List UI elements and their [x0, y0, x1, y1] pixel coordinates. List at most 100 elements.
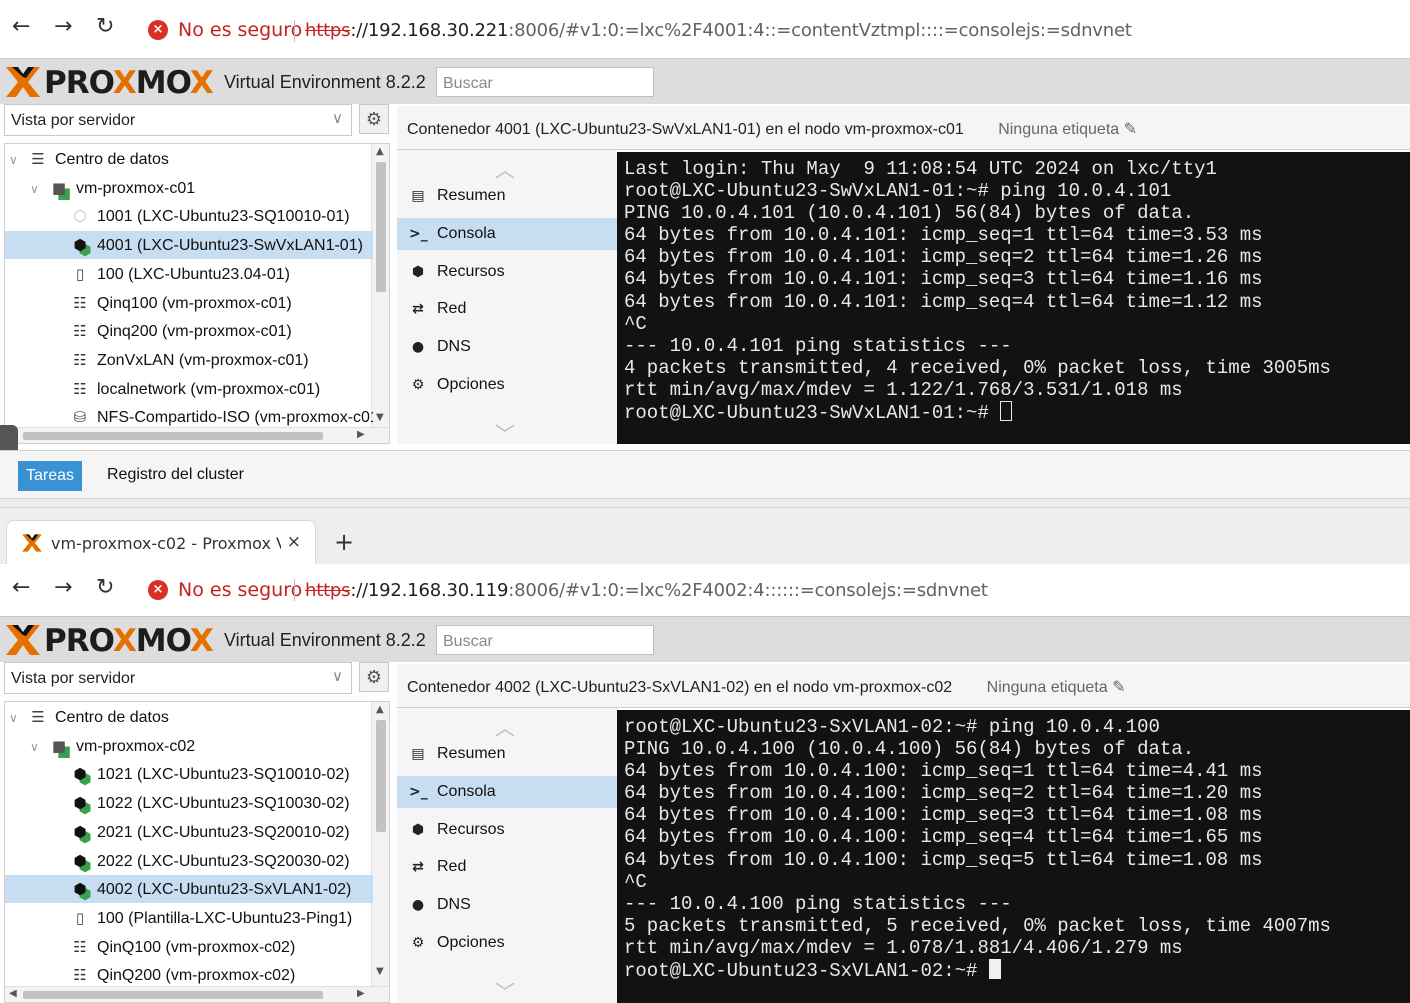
menu-item-red[interactable]: ⇄ Red [397, 851, 617, 883]
terminal-line: 64 bytes from 10.0.4.100: icmp_seq=5 ttl… [624, 849, 1410, 871]
scroll-up-icon[interactable]: ▲ [376, 146, 384, 157]
tree-scrollbar[interactable]: ▲ ▼ [371, 144, 389, 429]
insecure-label[interactable]: No es seguro [178, 579, 302, 601]
chevron-down-icon[interactable]: ∨ [9, 704, 23, 731]
console-terminal-bottom[interactable]: root@LXC-Ubuntu23-SxVLAN1-02:~# ping 10.… [617, 710, 1410, 1003]
menu-item-resumen[interactable]: ▤ Resumen [397, 180, 617, 212]
tree-item[interactable]: ∨ ■ vm-proxmox-c01 [5, 174, 373, 202]
terminal-line-text: 64 bytes from 10.0.4.100: icmp_seq=4 ttl… [624, 826, 1263, 849]
menu-item-consola[interactable]: >_ Consola [397, 775, 617, 808]
sdn-zone-icon: ☷ [73, 966, 87, 985]
menu-item-recursos[interactable]: ⬢ Recursos [397, 256, 617, 288]
tree-item[interactable]: ☷ QinQ200 (vm-proxmox-c02) [5, 961, 373, 989]
menu-scroll-down-icon[interactable]: ﹀ [495, 976, 515, 1003]
hscroll-thumb[interactable] [23, 432, 323, 440]
menu-scroll-up-icon[interactable]: ︿ [495, 154, 515, 183]
terminal-line: 64 bytes from 10.0.4.100: icmp_seq=4 ttl… [624, 826, 1410, 848]
tree-scrollbar[interactable]: ▲ ▼ [371, 702, 389, 988]
scroll-up-icon[interactable]: ▲ [376, 704, 384, 715]
tree-item[interactable]: ☷ ZonVxLAN (vm-proxmox-c01) [5, 346, 373, 374]
menu-item-dns[interactable]: ● DNS [397, 331, 617, 363]
chevron-down-icon[interactable]: ∨ [30, 733, 44, 760]
menu-item-dns[interactable]: ● DNS [397, 889, 617, 921]
url-field[interactable]: https://192.168.30.221:8006/#v1:0:=lxc%2… [305, 20, 1132, 41]
tree-item[interactable]: ⛁ NFS-Compartido-ISO (vm-proxmox-c01) [5, 403, 373, 431]
scroll-left-icon[interactable]: ◀ [9, 988, 17, 999]
gear-icon[interactable]: ⚙ [359, 662, 389, 692]
warning-icon[interactable]: × [148, 580, 168, 600]
new-tab-button[interactable]: + [334, 528, 354, 556]
tree-item[interactable]: ∨ ☰ Centro de datos [5, 703, 373, 731]
scroll-thumb[interactable] [376, 162, 386, 292]
proxmox-logo-text: PROXMOX [44, 623, 214, 659]
tree-item[interactable]: ☷ Qinq200 (vm-proxmox-c01) [5, 317, 373, 345]
pencil-icon[interactable]: ✎ [1124, 121, 1137, 138]
menu-item-opciones[interactable]: ⚙ Opciones [397, 927, 617, 959]
tree-item[interactable]: ⬢ 1022 (LXC-Ubuntu23-SQ10030-02) [5, 789, 373, 817]
terminal-line: root@LXC-Ubuntu23-SxVLAN1-02:~# [624, 959, 1410, 982]
tree-item[interactable]: ☷ QinQ100 (vm-proxmox-c02) [5, 933, 373, 961]
terminal-line-text: 64 bytes from 10.0.4.100: icmp_seq=1 ttl… [624, 760, 1263, 783]
chevron-down-icon[interactable]: ∨ [30, 175, 44, 202]
terminal-cursor [988, 959, 1001, 980]
tree-item[interactable]: ⬡ 1001 (LXC-Ubuntu23-SQ10010-01) [5, 202, 373, 230]
insecure-label[interactable]: No es seguro [178, 19, 302, 41]
view-selector[interactable]: Vista por servidor ∨ [4, 104, 352, 136]
url-field[interactable]: https://192.168.30.119:8006/#v1:0:=lxc%2… [305, 580, 988, 601]
tree-item[interactable]: ∨ ☰ Centro de datos [5, 145, 373, 173]
tree-item[interactable]: ▯ 100 (Plantilla-LXC-Ubuntu23-Ping1) [5, 904, 373, 932]
scroll-thumb[interactable] [376, 720, 386, 832]
menu-item-red[interactable]: ⇄ Red [397, 293, 617, 325]
chevron-down-icon[interactable]: ∨ [9, 146, 23, 173]
browser-tab[interactable]: vm-proxmox-c02 - Proxmox Virtual Environ… [6, 520, 316, 564]
url-rest: :8006/#v1:0:=lxc%2F4001:4::=contentVztmp… [508, 20, 1132, 41]
reload-icon[interactable]: ↻ [96, 14, 114, 39]
tree-item[interactable]: ⬢ 4001 (LXC-Ubuntu23-SwVxLAN1-01) [5, 231, 373, 260]
scroll-down-icon[interactable]: ▼ [376, 966, 384, 977]
terminal-line: root@LXC-Ubuntu23-SwVxLAN1-01:~# ping 10… [624, 180, 1410, 202]
tags-label[interactable]: Ninguna etiqueta ✎ [987, 679, 1126, 696]
scroll-down-icon[interactable]: ▼ [376, 412, 384, 423]
view-selector[interactable]: Vista por servidor ∨ [4, 662, 352, 694]
scroll-right-icon[interactable]: ▶ [357, 988, 365, 999]
terminal-line: Last login: Thu May 9 11:08:54 UTC 2024 … [624, 158, 1410, 180]
pencil-icon[interactable]: ✎ [1112, 679, 1125, 696]
container-running-icon: ⬢ [73, 236, 87, 255]
reload-icon[interactable]: ↻ [96, 575, 114, 600]
back-arrow-icon[interactable]: ← [12, 575, 30, 600]
search-input[interactable]: Buscar [436, 67, 654, 97]
menu-item-resumen[interactable]: ▤ Resumen [397, 738, 617, 770]
browser-tab-title: vm-proxmox-c02 - Proxmox Virtual Environ… [51, 534, 281, 553]
tree-item[interactable]: ⬢ 4002 (LXC-Ubuntu23-SxVLAN1-02) [5, 875, 373, 904]
sdn-zone-icon: ☷ [73, 293, 87, 312]
menu-item-label: Red [437, 858, 467, 876]
menu-scroll-down-icon[interactable]: ﹀ [495, 418, 515, 447]
cube-icon: ⬢ [411, 821, 425, 838]
tree-item[interactable]: ☷ Qinq100 (vm-proxmox-c01) [5, 289, 373, 317]
tree-item[interactable]: ⬢ 2022 (LXC-Ubuntu23-SQ20030-02) [5, 847, 373, 875]
forward-arrow-icon[interactable]: → [54, 14, 72, 39]
tree-item[interactable]: ∨ ■ vm-proxmox-c02 [5, 732, 373, 760]
terminal-line-text: 5 packets transmitted, 5 received, 0% pa… [624, 914, 1331, 937]
console-terminal-top[interactable]: Last login: Thu May 9 11:08:54 UTC 2024 … [617, 152, 1410, 444]
hscroll-thumb[interactable] [23, 991, 323, 999]
tags-label[interactable]: Ninguna etiqueta ✎ [998, 121, 1137, 138]
tab-tasks[interactable]: Tareas [18, 461, 83, 491]
menu-item-recursos[interactable]: ⬢ Recursos [397, 814, 617, 846]
back-arrow-icon[interactable]: ← [12, 14, 30, 39]
warning-icon[interactable]: × [148, 20, 168, 40]
search-input[interactable]: Buscar [436, 625, 654, 655]
menu-item-consola[interactable]: >_ Consola [397, 217, 617, 250]
terminal-line-text: 64 bytes from 10.0.4.100: icmp_seq=5 ttl… [624, 848, 1263, 871]
tree-item[interactable]: ▯ 100 (LXC-Ubuntu23.04-01) [5, 260, 373, 288]
tree-item[interactable]: ⬢ 1021 (LXC-Ubuntu23-SQ10010-02) [5, 760, 373, 788]
gear-icon[interactable]: ⚙ [359, 104, 389, 134]
tree-item[interactable]: ⬢ 2021 (LXC-Ubuntu23-SQ20010-02) [5, 818, 373, 846]
menu-item-opciones[interactable]: ⚙ Opciones [397, 369, 617, 401]
tree-item[interactable]: ☷ localnetwork (vm-proxmox-c01) [5, 375, 373, 403]
menu-scroll-up-icon[interactable]: ︿ [495, 712, 515, 741]
forward-arrow-icon[interactable]: → [54, 575, 72, 600]
terminal-line: 64 bytes from 10.0.4.101: icmp_seq=1 ttl… [624, 224, 1410, 246]
close-icon[interactable]: × [287, 532, 301, 552]
tab-cluster-log[interactable]: Registro del cluster [107, 466, 244, 484]
